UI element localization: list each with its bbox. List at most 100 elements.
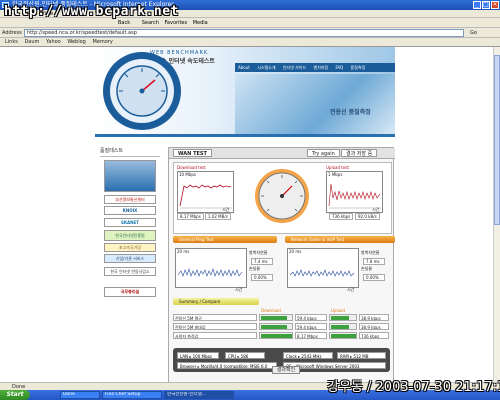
- link-memory[interactable]: Memory: [92, 38, 112, 47]
- nav-benchmark[interactable]: 벤치마킹: [310, 63, 331, 72]
- sidebar-banner-skanet[interactable]: SKANET: [104, 218, 156, 227]
- site-header: WEB BENCHMARK 초고속 인터넷 속도테스트 About 시스템소개 …: [95, 47, 395, 137]
- nav-quality[interactable]: 품질측정: [347, 63, 368, 72]
- hero-title: 전용선 품질측정: [330, 109, 371, 116]
- try-again-button[interactable]: Try again: [307, 149, 340, 157]
- download-speed-mbps: 8.17 Mbps: [177, 213, 204, 220]
- sidebar-banner-busan[interactable]: 부산정보통신센터: [104, 195, 156, 204]
- download-value: 59.4 kbps: [295, 314, 327, 321]
- back-button[interactable]: Back: [118, 18, 130, 28]
- scrollbar-thumb[interactable]: [494, 55, 500, 225]
- ping-loss-value: 0.00%: [251, 274, 273, 281]
- search-button[interactable]: Search: [142, 18, 159, 28]
- download-bar: [261, 325, 287, 329]
- game-graph: 20 ms: [287, 248, 359, 288]
- download-value: 8.17 Mbps: [295, 332, 327, 339]
- download-bar-cell: [259, 332, 293, 339]
- upload-bar: [331, 334, 356, 338]
- confirm-result-button[interactable]: 결과확인: [272, 366, 300, 374]
- favorites-button[interactable]: Favorites: [165, 18, 188, 28]
- ping-test-bar[interactable]: General Ping Test: [173, 236, 277, 243]
- table-row: 전용선 5M 평균 59.4 kbps 38.9 kbps: [173, 314, 390, 321]
- sidebar-banner-image[interactable]: [104, 160, 156, 192]
- upload-bar-cell: [329, 314, 357, 321]
- link-yahoo[interactable]: Yahoo: [46, 38, 61, 47]
- row-label: 전용선 5M 최대값: [173, 323, 257, 330]
- download-bar-cell: [259, 323, 293, 330]
- upload-label: Upload test: [326, 165, 349, 170]
- sidebar-banner-knoix[interactable]: KNOIX: [104, 206, 156, 215]
- table-header-download: Download: [261, 308, 281, 313]
- hero-image: [235, 74, 395, 134]
- table-header-upload: Upload: [331, 308, 346, 313]
- game-rtt-label: 왕복지연율: [361, 250, 380, 255]
- link-daum[interactable]: Daum: [24, 38, 39, 47]
- go-button[interactable]: Go: [470, 28, 477, 38]
- ping-rtt-value: 7.4 ms: [251, 258, 273, 265]
- row-label: 전용선 5M 평균: [173, 314, 257, 321]
- speed-dial: [255, 169, 309, 223]
- upload-speed-kbs: 92.0 kB/s: [355, 213, 380, 220]
- upload-trace: [328, 183, 381, 209]
- ping-scale: 20 ms: [177, 249, 190, 254]
- download-bar-cell: [259, 314, 293, 321]
- ping-axis: 시간: [235, 287, 243, 292]
- sys-lan: LAN ▸ 100 Mbps: [177, 352, 219, 359]
- link-weblog[interactable]: Weblog: [67, 38, 86, 47]
- taskbar-item-setup[interactable]: Fine Chef Setup: [102, 391, 162, 399]
- upload-bar: [331, 316, 349, 320]
- toolbar: Back Search Favorites Media: [0, 18, 500, 28]
- capture-datestamp: 강우동 / 2003-07-30 21:17:17: [327, 380, 500, 395]
- test-tabs: WAN TEST Try again 결과 저장 중: [169, 148, 395, 159]
- page-viewport: WEB BENCHMARK 초고속 인터넷 속도테스트 About 시스템소개 …: [0, 47, 493, 382]
- close-button[interactable]: ×: [491, 1, 499, 9]
- sidebar: 품질테스트 부산정보통신센터 KNOIX SKANET 한국인터넷진흥원 초고속…: [100, 147, 160, 347]
- sidebar-banner-ix[interactable]: 한국 인터넷 연동사업소: [104, 267, 156, 276]
- site-nav: About 시스템소개 인터넷 가이드 벤치마킹 FAQ 품질측정: [235, 63, 395, 72]
- upload-speed-kbps: 736 kbps: [329, 213, 354, 220]
- start-button[interactable]: Start: [0, 390, 30, 400]
- address-input[interactable]: http://speed.nca.or.kr/speedtest/default…: [24, 29, 464, 37]
- nav-about[interactable]: About: [235, 63, 253, 72]
- ping-trace: [177, 267, 243, 277]
- ping-loss-label: 손실율: [249, 266, 261, 271]
- comparison-table: 전용선 5M 평균 59.4 kbps 38.9 kbps 전용선 5M 최대값…: [173, 314, 390, 342]
- summary-bar[interactable]: Summary / Compare: [173, 298, 259, 305]
- sidebar-banner-enterprise[interactable]: 기업/기관 서비스: [104, 254, 156, 263]
- row-label: 사용자 측정값: [173, 332, 257, 339]
- ping-graph: 20 ms: [175, 248, 247, 288]
- game-voip-test-bar[interactable]: Network Game & VoIP Test: [285, 236, 395, 243]
- sidebar-banner-kisa[interactable]: 한국인터넷진흥원: [104, 230, 156, 241]
- upload-value: 38.9 kbps: [359, 314, 389, 321]
- upload-value: 38.9 kbps: [359, 323, 389, 330]
- game-loss-label: 손실율: [361, 266, 373, 271]
- links-bar: Links Daum Yahoo Weblog Memory: [0, 38, 500, 47]
- game-scale: 20 ms: [289, 249, 302, 254]
- upload-value: 736 kbps: [359, 332, 389, 339]
- sidebar-banner-national[interactable]: 초고속국가망: [104, 243, 156, 252]
- minimize-button[interactable]: _: [473, 1, 481, 9]
- sidebar-title: 품질테스트: [100, 147, 160, 157]
- download-speed-mbs: 1.02 MB/s: [205, 213, 231, 220]
- upload-bar-cell: [329, 323, 357, 330]
- sidebar-banner-pmo[interactable]: 국무총리실: [104, 287, 156, 297]
- download-scale: 10 Mbps: [179, 172, 196, 177]
- nav-system[interactable]: 시스템소개: [254, 63, 278, 72]
- media-button[interactable]: Media: [193, 18, 208, 28]
- sys-clock: Clock ▸ 2543 MHz: [283, 352, 333, 359]
- sys-ram: RAM ▸ 512 MB: [337, 352, 386, 359]
- game-rtt-value: 7.8 ms: [363, 258, 385, 265]
- nav-faq[interactable]: FAQ: [332, 63, 346, 72]
- ping-rtt-label: 왕복지연율: [249, 250, 268, 255]
- sys-browser: Browser ▸ Mozilla/4.0 (compatible; MSIE …: [177, 362, 277, 369]
- upload-axis: 시간: [372, 207, 380, 212]
- tab-wan-test[interactable]: WAN TEST: [173, 149, 212, 157]
- table-row: 전용선 5M 최대값 59.4 kbps 38.9 kbps: [173, 323, 390, 330]
- taskbar-item-done[interactable]: Done: [60, 391, 100, 399]
- maximize-button[interactable]: □: [482, 1, 490, 9]
- nav-guide[interactable]: 인터넷 가이드: [280, 63, 309, 72]
- taskbar-item-browser[interactable]: 한국전산원-인터넷...: [164, 391, 234, 399]
- vertical-scrollbar[interactable]: [493, 47, 500, 382]
- download-trace: [179, 184, 232, 209]
- sys-cpu: CPU ▸ 586: [225, 352, 265, 359]
